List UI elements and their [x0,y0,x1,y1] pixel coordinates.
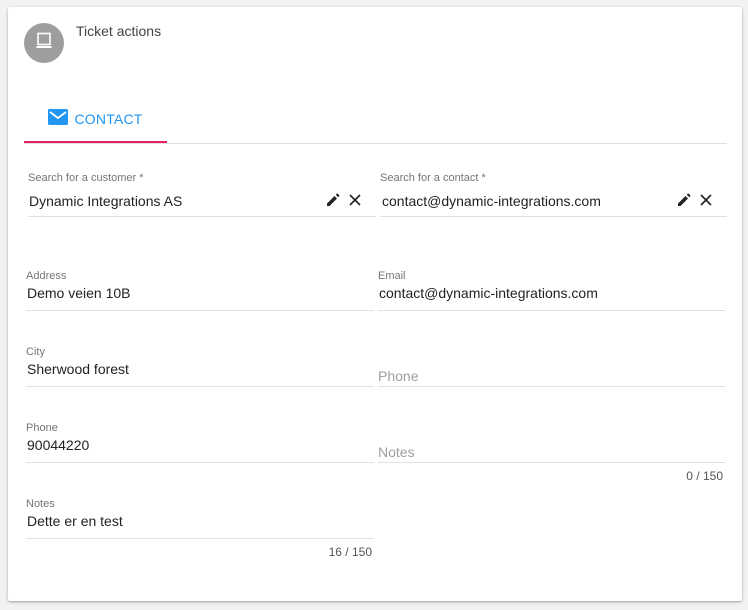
contact-notes-counter: 0 / 150 [686,469,723,483]
tab-contact-label: CONTACT [74,111,143,127]
contact-search-underline [380,216,727,217]
close-icon[interactable] [696,190,716,210]
email-underline [378,310,725,311]
notes-input[interactable]: Dette er en test [27,513,123,529]
ticket-actions-card: Ticket actions CONTACT Search for a cust… [8,7,742,601]
notes-counter: 16 / 150 [328,545,372,559]
city-field[interactable]: City Sherwood forest [26,346,374,388]
contact-notes-field[interactable]: Notes 0 / 150 [378,422,725,484]
contact-search-field[interactable]: Search for a contact * contact@dynamic-i… [380,172,727,218]
contact-notes-input[interactable]: Notes [378,444,415,460]
edit-icon[interactable] [674,190,694,210]
tab-divider [24,143,727,144]
email-label: Email [378,270,406,282]
contact-phone-underline [378,386,725,387]
contact-phone-field[interactable]: Phone [378,346,725,388]
close-icon[interactable] [345,190,365,210]
city-label: City [26,346,45,358]
customer-search-label: Search for a customer * [28,172,144,184]
contact-phone-input[interactable]: Phone [378,368,418,384]
customer-search-underline [28,216,376,217]
phone-field[interactable]: Phone 90044220 [26,422,374,464]
email-field[interactable]: Email contact@dynamic-integrations.com [378,270,725,312]
page-title: Ticket actions [76,23,162,39]
contact-search-label: Search for a contact * [380,172,486,184]
phone-label: Phone [26,422,58,434]
notes-field[interactable]: Notes Dette er en test 16 / 150 [26,498,374,560]
tab-contact[interactable]: CONTACT [24,95,167,143]
contact-notes-underline [378,462,725,463]
computer-icon [34,31,54,56]
notes-underline [26,538,374,539]
address-field[interactable]: Address Demo veien 10B [26,270,374,312]
customer-search-value[interactable]: Dynamic Integrations AS [29,193,182,209]
phone-underline [26,462,374,463]
city-input[interactable]: Sherwood forest [27,361,129,377]
email-icon [48,108,69,130]
avatar [24,23,64,63]
address-label: Address [26,270,67,282]
address-underline [26,310,374,311]
contact-search-value[interactable]: contact@dynamic-integrations.com [382,193,601,209]
email-input[interactable]: contact@dynamic-integrations.com [379,285,598,301]
city-underline [26,386,374,387]
address-input[interactable]: Demo veien 10B [27,285,131,301]
notes-label: Notes [26,498,55,510]
customer-search-field[interactable]: Search for a customer * Dynamic Integrat… [28,172,376,218]
edit-icon[interactable] [323,190,343,210]
phone-input[interactable]: 90044220 [27,437,89,453]
